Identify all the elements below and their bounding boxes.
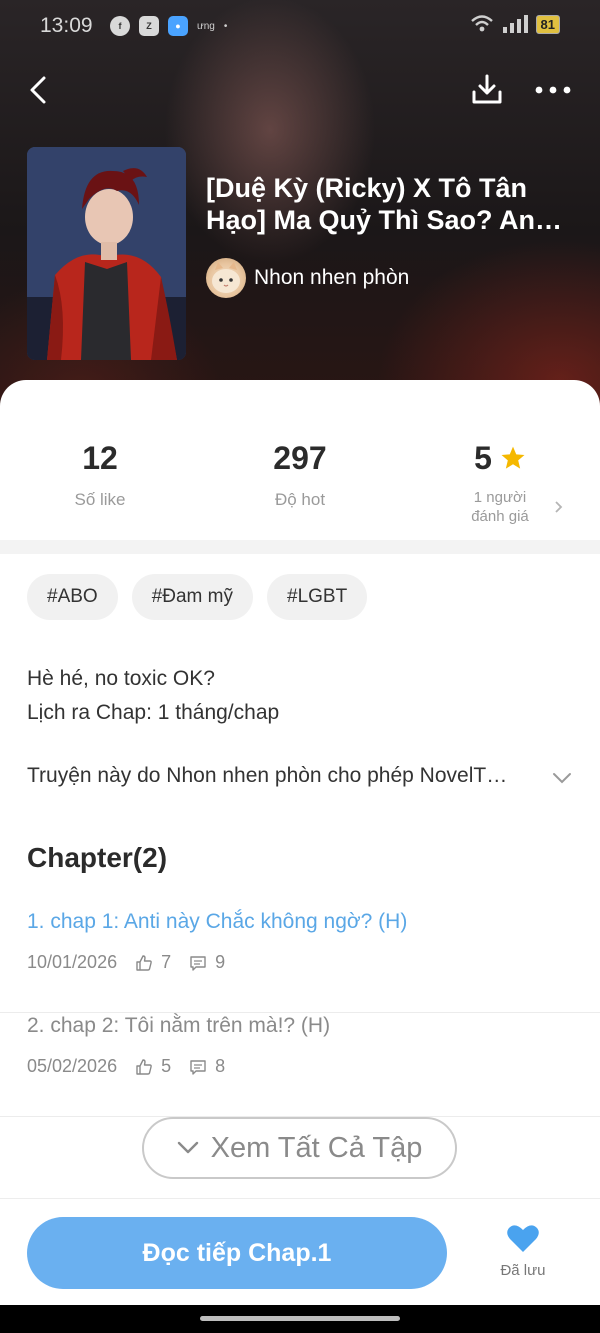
rating-caption-label: đánh giá bbox=[471, 508, 529, 525]
home-gesture-handle[interactable] bbox=[200, 1316, 400, 1321]
likes-stat: 12 Số like bbox=[0, 438, 200, 510]
status-app-icons: f Z ● ưng • bbox=[110, 16, 227, 36]
facebook-icon: f bbox=[110, 16, 130, 36]
comment-icon bbox=[189, 954, 207, 972]
rating-value-row: 5 bbox=[400, 438, 600, 478]
author-name: Nhon nhen phòn bbox=[254, 266, 410, 289]
author-link[interactable]: Nhon nhen phòn bbox=[206, 258, 409, 298]
comment-icon bbox=[189, 1058, 207, 1076]
chapter-like-count: 5 bbox=[161, 1056, 172, 1076]
chapter-meta: 05/02/2026 5 8 bbox=[27, 1056, 225, 1077]
description: Hè hé, no toxic OK? Lịch ra Chap: 1 thán… bbox=[27, 662, 279, 730]
tag-dam-my[interactable]: #Đam mỹ bbox=[131, 574, 253, 620]
chevron-right-icon bbox=[555, 501, 563, 513]
cover-illustration bbox=[27, 147, 186, 360]
heart-icon bbox=[507, 1225, 539, 1252]
wifi-icon bbox=[470, 15, 493, 32]
chapter-comment-count: 9 bbox=[215, 952, 226, 972]
tag-lgbt[interactable]: #LGBT bbox=[267, 574, 368, 620]
saved-label: Đã lưu bbox=[500, 1262, 546, 1279]
likes-label: Số like bbox=[74, 490, 126, 509]
hot-stat: 297 Độ hot bbox=[200, 438, 400, 510]
status-time: 13:09 bbox=[40, 14, 93, 37]
gesture-navigation-bar bbox=[0, 1305, 600, 1333]
chapter-date: 05/02/2026 bbox=[27, 1056, 118, 1076]
download-button[interactable] bbox=[466, 68, 508, 110]
hero-header: 13:09 f Z ● ưng • 81 [Duệ Kỳ (Ricky) X T… bbox=[0, 0, 600, 420]
more-options-button[interactable] bbox=[532, 70, 574, 110]
tag-abo[interactable]: #ABO bbox=[27, 574, 118, 620]
chevron-down-icon bbox=[553, 773, 571, 784]
description-line-1: Hè hé, no toxic OK? bbox=[27, 667, 215, 690]
status-bar: 13:09 f Z ● ưng • 81 bbox=[0, 0, 600, 54]
author-avatar bbox=[206, 258, 246, 298]
notification-dot-icon: • bbox=[223, 20, 228, 32]
signal-icon bbox=[502, 15, 528, 33]
bottom-action-bar: Đọc tiếp Chap.1 Đã lưu bbox=[0, 1198, 600, 1303]
chapter-row[interactable]: 2. chap 2: Tôi nằm trên mà!? (H) 05/02/2… bbox=[0, 1014, 600, 1117]
download-icon bbox=[472, 74, 502, 104]
rating-label: 1 người đánh giá bbox=[400, 488, 600, 526]
chapter-date: 10/01/2026 bbox=[27, 952, 118, 972]
status-indicators: 81 bbox=[470, 14, 560, 34]
chapter-heading: Chapter(2) bbox=[27, 842, 168, 873]
continue-reading-button[interactable]: Đọc tiếp Chap.1 bbox=[27, 1217, 447, 1289]
back-button[interactable] bbox=[18, 70, 58, 110]
chapter-meta: 10/01/2026 7 9 bbox=[27, 952, 225, 973]
stats-row: 12 Số like 297 Độ hot 5 1 người đánh giá bbox=[0, 380, 600, 540]
chapter-like-count: 7 bbox=[161, 952, 172, 972]
cover-image bbox=[27, 147, 186, 360]
rating-count-label: 1 người bbox=[473, 489, 527, 506]
cat-avatar-icon bbox=[212, 262, 240, 293]
messenger-icon: ● bbox=[168, 16, 188, 36]
hot-count: 297 bbox=[273, 440, 327, 476]
tag-list: #ABO #Đam mỹ #LGBT bbox=[27, 574, 368, 620]
section-divider bbox=[0, 540, 600, 554]
battery-indicator: 81 bbox=[535, 14, 560, 34]
chapter-row[interactable]: 1. chap 1: Anti này Chắc không ngờ? (H) … bbox=[0, 910, 600, 1013]
chevron-down-icon bbox=[177, 1141, 198, 1154]
thumbs-up-icon bbox=[135, 954, 153, 972]
chapter-title: 2. chap 2: Tôi nằm trên mà!? (H) bbox=[27, 1014, 331, 1037]
rating-stat[interactable]: 5 1 người đánh giá bbox=[400, 438, 600, 526]
likes-count: 12 bbox=[82, 440, 118, 476]
rating-value: 5 bbox=[474, 440, 492, 476]
thumbs-up-icon bbox=[135, 1058, 153, 1076]
chapter-comment-count: 8 bbox=[215, 1056, 226, 1076]
row-separator bbox=[0, 1012, 600, 1013]
star-icon bbox=[501, 446, 525, 469]
saved-button[interactable]: Đã lưu bbox=[488, 1223, 558, 1279]
details-sheet: 12 Số like 297 Độ hot 5 1 người đánh giá… bbox=[0, 380, 600, 1333]
permission-notice: Truyện này do Nhon nhen phòn cho phép No… bbox=[27, 764, 508, 787]
see-all-label: Xem Tất Cả Tập bbox=[210, 1131, 423, 1164]
novel-title: [Duệ Kỳ (Ricky) X Tô Tân Hạo] Ma Quỷ Thì… bbox=[206, 173, 563, 235]
hot-label: Độ hot bbox=[274, 490, 326, 509]
chapter-title: 1. chap 1: Anti này Chắc không ngờ? (H) bbox=[27, 910, 408, 933]
more-horizontal-icon bbox=[535, 86, 571, 94]
status-app-label: ưng bbox=[197, 20, 215, 32]
zalo-icon: Z bbox=[139, 16, 159, 36]
see-all-chapters-button[interactable]: Xem Tất Cả Tập bbox=[142, 1117, 457, 1179]
description-line-2: Lịch ra Chap: 1 tháng/chap bbox=[27, 701, 280, 724]
chevron-left-icon bbox=[30, 76, 46, 104]
expand-description-button[interactable] bbox=[546, 764, 578, 792]
